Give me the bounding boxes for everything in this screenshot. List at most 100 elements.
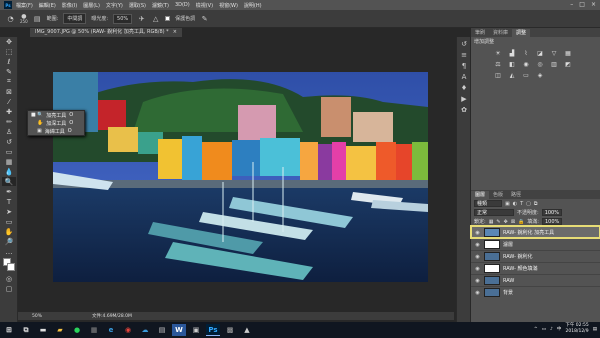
paragraph-icon[interactable]: ¶ — [459, 61, 469, 70]
gradient-map-icon[interactable]: ▭ — [521, 71, 531, 79]
blur-tool-icon[interactable]: 💧 — [2, 167, 16, 176]
task-view-icon[interactable]: ⧉ — [19, 324, 33, 336]
opacity-field[interactable]: 100% — [541, 209, 562, 216]
layer-row[interactable]: ◉ 濾層 — [471, 238, 600, 250]
app-icon[interactable]: ▩ — [223, 324, 237, 336]
threshold-icon[interactable]: ◭ — [507, 71, 517, 79]
zoom-level[interactable]: 50% — [32, 314, 42, 319]
start-button-icon[interactable]: ⊞ — [2, 324, 16, 336]
flyout-item-sponge[interactable]: ▣ 海綿工具 O — [28, 127, 84, 135]
tab-libraries[interactable]: 資料庫 — [489, 29, 512, 37]
lasso-tool-icon[interactable]: ℓ — [2, 57, 16, 66]
line-app-icon[interactable]: ● — [70, 324, 84, 336]
visibility-eye-icon[interactable]: ◉ — [474, 230, 481, 236]
pressure-size-icon[interactable]: ✎ — [200, 14, 209, 23]
type-tool-icon[interactable]: T — [2, 197, 16, 206]
menu-filter[interactable]: 濾鏡(T) — [152, 2, 169, 9]
range-select[interactable]: 中間調 — [63, 13, 87, 24]
onedrive-icon[interactable]: ☁ — [138, 324, 152, 336]
properties-icon[interactable]: ≡ — [459, 50, 469, 59]
close-tab-icon[interactable]: × — [173, 28, 177, 37]
eraser-tool-icon[interactable]: ▭ — [2, 147, 16, 156]
filter-adjust-icon[interactable]: ◐ — [513, 201, 517, 207]
history-icon[interactable]: ↺ — [459, 39, 469, 48]
healing-brush-tool-icon[interactable]: ✚ — [2, 107, 16, 116]
tab-layers[interactable]: 圖層 — [471, 191, 490, 199]
layer-row[interactable]: ◉ 背景 — [471, 286, 600, 298]
blend-mode-select[interactable]: 正常 — [474, 209, 514, 216]
menu-window[interactable]: 視窗(W) — [219, 2, 238, 9]
filter-shape-icon[interactable]: ▢ — [526, 201, 531, 207]
exposure-icon[interactable]: ◪ — [535, 49, 545, 57]
folder-icon[interactable]: ▰ — [53, 324, 67, 336]
exposure-field[interactable]: 50% — [113, 13, 133, 24]
visibility-eye-icon[interactable]: ◉ — [474, 266, 481, 272]
menu-image[interactable]: 影像(I) — [62, 2, 77, 9]
filter-pixel-icon[interactable]: ▣ — [505, 201, 510, 207]
glyphs-icon[interactable]: ✿ — [459, 105, 469, 114]
invert-icon[interactable]: ◩ — [563, 60, 573, 68]
menu-edit[interactable]: 編輯(E) — [39, 2, 56, 9]
close-icon[interactable]: × — [591, 1, 596, 8]
lock-move-icon[interactable]: ✥ — [504, 219, 508, 225]
posterize-icon[interactable]: ◫ — [493, 71, 503, 79]
fill-field[interactable]: 100% — [541, 218, 563, 225]
dodge-tool-preset-icon[interactable]: ◔ — [6, 14, 15, 23]
color-balance-icon[interactable]: ⚖ — [493, 60, 503, 68]
hue-icon[interactable]: ▦ — [563, 49, 573, 57]
menu-select[interactable]: 選取(S) — [129, 2, 146, 9]
layer-row[interactable]: ◉ RAW- 顏色填滿 — [471, 262, 600, 274]
screen-mode-icon[interactable]: ▢ — [2, 284, 16, 293]
file-explorer-icon[interactable]: ▬ — [36, 324, 50, 336]
edge-browser-icon[interactable]: e — [104, 324, 118, 336]
photoshop-logo[interactable]: Ps — [4, 1, 12, 9]
angle-icon[interactable]: △ — [151, 14, 160, 23]
maximize-icon[interactable]: □ — [579, 1, 585, 8]
lock-brush-icon[interactable]: ✎ — [496, 219, 500, 225]
curves-icon[interactable]: ⌇ — [521, 49, 531, 57]
photos-icon[interactable]: ▲ — [240, 324, 254, 336]
path-select-tool-icon[interactable]: ➤ — [2, 207, 16, 216]
minimize-icon[interactable]: – — [570, 1, 573, 8]
menu-layer[interactable]: 圖層(L) — [83, 2, 100, 9]
quick-mask-icon[interactable]: ◎ — [2, 274, 16, 283]
tab-channels[interactable]: 色版 — [489, 191, 507, 199]
lock-artboard-icon[interactable]: ⊠ — [511, 219, 515, 225]
hand-tool-icon[interactable]: ✋ — [2, 227, 16, 236]
layer-row[interactable]: ◉ RAW- 銳利化 — [471, 250, 600, 262]
menu-help[interactable]: 說明(H) — [244, 2, 262, 9]
visibility-eye-icon[interactable]: ◉ — [474, 254, 481, 260]
photoshop-taskbar-icon[interactable]: Ps — [206, 324, 220, 336]
eyedropper-tool-icon[interactable]: ⁄ — [2, 97, 16, 106]
notifications-icon[interactable]: ▤ — [593, 327, 597, 332]
menu-file[interactable]: 檔案(F) — [16, 2, 33, 9]
brush-settings-icon[interactable]: ▤ — [33, 14, 42, 23]
layer-row[interactable]: ◉ RAW- 銳利化 加亮工具 — [470, 225, 600, 239]
airbrush-icon[interactable]: ✈ — [137, 14, 146, 23]
pen-tool-icon[interactable]: ✒ — [2, 187, 16, 196]
move-tool-icon[interactable]: ✥ — [2, 37, 16, 46]
brightness-icon[interactable]: ☀ — [493, 49, 503, 57]
crop-tool-icon[interactable]: ⌗ — [2, 77, 16, 86]
filter-type-icon[interactable]: T — [520, 201, 523, 207]
zoom-tool-icon[interactable]: 🔎 — [2, 237, 16, 246]
clock[interactable]: 下午 02:55 2018/12/9 — [565, 323, 588, 335]
color-swatches[interactable] — [0, 258, 17, 274]
lock-all-icon[interactable]: 🔒 — [518, 219, 524, 225]
character-icon[interactable]: A — [459, 72, 469, 81]
tray-chevron-icon[interactable]: ^ — [534, 327, 538, 332]
tab-paths[interactable]: 路徑 — [507, 191, 525, 199]
marquee-tool-icon[interactable]: ⬚ — [2, 47, 16, 56]
photo-filter-icon[interactable]: ◉ — [521, 60, 531, 68]
protect-tones-checkbox[interactable] — [165, 16, 171, 21]
input-language[interactable]: 中 — [557, 326, 562, 332]
chrome-icon[interactable]: ◉ — [121, 324, 135, 336]
visibility-eye-icon[interactable]: ◉ — [474, 278, 481, 284]
menu-3d[interactable]: 3D(D) — [175, 2, 190, 8]
frame-tool-icon[interactable]: ⊠ — [2, 87, 16, 96]
volume-icon[interactable]: ♪ — [550, 327, 553, 332]
tab-adjustments[interactable]: 調整 — [512, 29, 531, 37]
actions-icon[interactable]: ▶ — [459, 94, 469, 103]
more-tools-icon[interactable]: … — [2, 247, 16, 256]
store-icon[interactable]: ▤ — [155, 324, 169, 336]
